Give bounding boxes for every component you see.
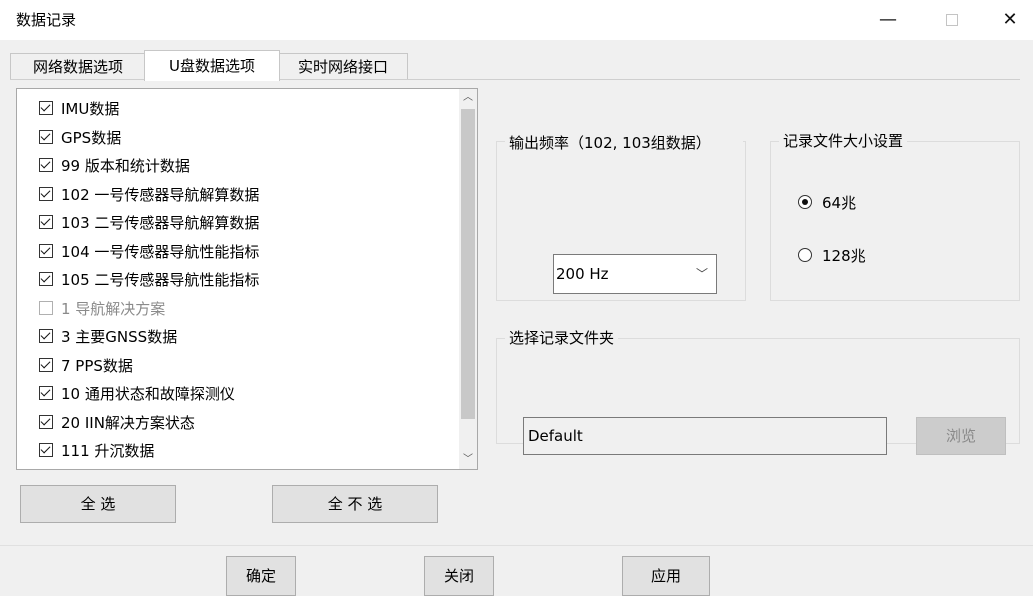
browse-button[interactable]: 浏览 [916,417,1006,455]
checkbox-checked-icon[interactable] [39,386,53,400]
checkbox-checked-icon[interactable] [39,186,53,201]
scroll-up-icon[interactable]: ︿ [459,89,477,107]
checkbox-checked-icon[interactable] [39,101,53,115]
list-item[interactable]: 1 导航解决方案 [39,297,165,321]
radio-selected-icon[interactable] [798,195,812,209]
checkbox-checked-icon[interactable] [39,272,53,286]
list-item[interactable]: 99 版本和统计数据 [39,154,190,178]
list-item-label: 104 一号传感器导航性能指标 [61,242,260,261]
file-size-legend: 记录文件大小设置 [779,130,908,152]
checkbox-checked-icon[interactable] [39,129,53,144]
tab-network-data[interactable]: 网络数据选项 [10,53,146,80]
checkbox-checked-icon[interactable] [39,414,53,429]
data-type-list[interactable]: IMU数据 GPS数据 99 版本和统计数据 102 一号传感器导航解算数据 103 二… [16,88,478,470]
frequency-select[interactable]: 200 Hz ﹀ [553,254,717,294]
tab-panel: IMU数据 GPS数据 99 版本和统计数据 102 一号传感器导航解算数据 103 二… [10,79,1020,533]
tab-realtime-network[interactable]: 实时网络接口 [278,53,408,80]
apply-button[interactable]: 应用 [622,556,710,596]
list-item-label: 99 版本和统计数据 [61,157,190,175]
tab-usb-data[interactable]: U盘数据选项 [144,50,280,81]
checkbox-checked-icon[interactable] [39,158,53,172]
select-all-button[interactable]: 全 选 [20,485,176,523]
list-item-label: 111 升沉数据 [61,442,155,460]
list-item[interactable]: 111 升沉数据 [39,439,154,463]
radio-128mb[interactable]: 128兆 [798,244,866,268]
list-item[interactable]: 105 二号传感器导航性能指标 [39,268,259,292]
select-none-button[interactable]: 全 不 选 [272,485,438,523]
list-item-label: 1 导航解决方案 [61,299,166,318]
title-bar: 数据记录 — ✕ [0,0,1033,40]
ok-button[interactable]: 确定 [226,556,296,596]
chevron-down-icon: ﹀ [695,267,708,281]
record-folder-legend: 选择记录文件夹 [505,327,619,349]
list-item-label: 20 IIN解决方案状态 [61,413,195,432]
checkbox-checked-icon[interactable] [39,329,53,343]
list-item-label: GPS数据 [61,128,122,147]
file-size-group: 记录文件大小设置 [770,130,1020,301]
list-item-label: IMU数据 [61,100,120,118]
dialog-body: 网络数据选项 U盘数据选项 实时网络接口 IMU数据 GPS数据 99 版本和统计数… [0,40,1033,596]
checkbox-unchecked-icon[interactable] [39,300,53,315]
list-item[interactable]: 3 主要GNSS数据 [39,325,177,349]
scroll-down-icon[interactable]: ﹀ [459,451,477,469]
radio-64mb-label: 64兆 [822,194,857,212]
frequency-select-value: 200 Hz [556,265,609,283]
list-item[interactable]: GPS数据 [39,126,121,150]
list-item-label: 105 二号传感器导航性能指标 [61,271,260,289]
minimize-icon[interactable]: — [868,6,908,34]
checkbox-checked-icon[interactable] [39,357,53,372]
maximize-icon[interactable] [932,6,972,34]
close-button[interactable]: 关闭 [424,556,494,596]
output-frequency-legend: 输出频率（102, 103组数据） [505,130,743,156]
scrollbar-thumb[interactable] [461,109,475,419]
checkbox-checked-icon[interactable] [39,243,53,258]
checkbox-checked-icon[interactable] [39,215,53,229]
list-item[interactable]: 102 一号传感器导航解算数据 [39,183,259,207]
folder-path-value: Default [528,427,583,445]
list-item-label: 3 主要GNSS数据 [61,328,178,346]
list-item-label: 102 一号传感器导航解算数据 [61,185,260,204]
radio-unselected-icon[interactable] [798,248,812,262]
list-item-label: 7 PPS数据 [61,356,133,375]
list-item-label: 103 二号传感器导航解算数据 [61,214,260,232]
list-item-label: 10 通用状态和故障探测仪 [61,385,235,403]
folder-path-field[interactable]: Default [523,417,887,455]
list-scrollbar[interactable]: ︿ ﹀ [459,89,477,469]
list-item[interactable]: 20 IIN解决方案状态 [39,411,195,435]
footer-separator [0,545,1033,546]
list-item[interactable]: 10 通用状态和故障探测仪 [39,382,235,406]
list-item[interactable]: 104 一号传感器导航性能指标 [39,240,259,264]
close-icon[interactable]: ✕ [990,6,1030,34]
list-item[interactable]: IMU数据 [39,97,119,121]
list-item[interactable]: 103 二号传感器导航解算数据 [39,211,259,235]
list-item[interactable]: 7 PPS数据 [39,354,133,378]
window-title: 数据记录 [16,11,77,29]
checkbox-checked-icon[interactable] [39,443,53,457]
radio-128mb-label: 128兆 [822,247,866,265]
radio-64mb[interactable]: 64兆 [798,191,856,215]
